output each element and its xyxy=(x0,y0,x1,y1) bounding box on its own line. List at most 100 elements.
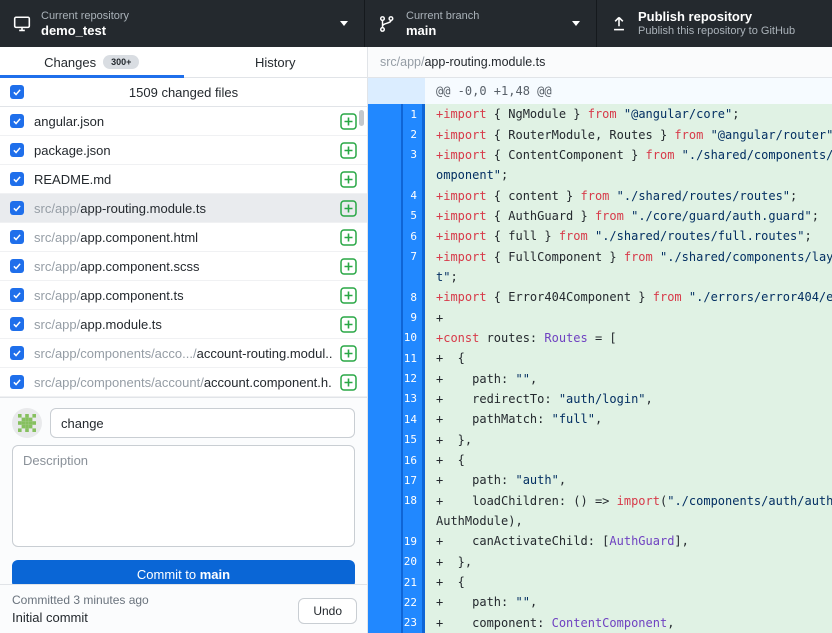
diff-line-number[interactable]: 3 xyxy=(401,145,425,165)
changed-files-header[interactable]: 1509 changed files xyxy=(0,78,367,107)
diff-line[interactable]: 19+ canActivateChild: [AuthGuard], xyxy=(368,531,832,551)
file-include-checkbox[interactable] xyxy=(10,201,24,215)
diff-line-number[interactable]: 4 xyxy=(401,185,425,205)
tab-changes[interactable]: Changes 300+ xyxy=(0,47,184,77)
file-include-checkbox[interactable] xyxy=(10,375,24,389)
file-include-checkbox[interactable] xyxy=(10,114,24,128)
diff-line-number[interactable]: 15 xyxy=(401,430,425,450)
diff-gutter-old[interactable] xyxy=(368,511,401,531)
diff-line-number[interactable]: 10 xyxy=(401,328,425,348)
diff-gutter-old[interactable] xyxy=(368,491,401,511)
diff-gutter-old[interactable] xyxy=(368,328,401,348)
diff-line[interactable]: 7+import { FullComponent } from "./share… xyxy=(368,246,832,266)
diff-line-number[interactable]: 2 xyxy=(401,124,425,144)
file-row[interactable]: package.json xyxy=(0,136,367,165)
diff-line-number[interactable]: 22 xyxy=(401,592,425,612)
file-row[interactable]: src/app/app.module.ts xyxy=(0,310,367,339)
diff-gutter-old[interactable] xyxy=(368,287,401,307)
diff-gutter-old[interactable] xyxy=(368,368,401,388)
diff-gutter-old[interactable] xyxy=(368,226,401,246)
file-include-checkbox[interactable] xyxy=(10,346,24,360)
diff-line[interactable]: 16+ { xyxy=(368,450,832,470)
diff-line-number[interactable]: 1 xyxy=(401,104,425,124)
diff-line-number[interactable]: 14 xyxy=(401,409,425,429)
file-include-checkbox[interactable] xyxy=(10,230,24,244)
diff-line[interactable]: 23+ component: ContentComponent, xyxy=(368,613,832,633)
diff-line-number[interactable] xyxy=(401,267,425,287)
diff-line[interactable]: 6+import { full } from "./shared/routes/… xyxy=(368,226,832,246)
commit-description-input[interactable] xyxy=(12,445,355,547)
diff-line-number[interactable]: 13 xyxy=(401,389,425,409)
diff-gutter-old[interactable] xyxy=(368,531,401,551)
diff-line[interactable]: 10+const routes: Routes = [ xyxy=(368,328,832,348)
diff-line[interactable]: 17+ path: "auth", xyxy=(368,470,832,490)
diff-line-number[interactable]: 18 xyxy=(401,491,425,511)
file-row[interactable]: src/app/app.component.scss xyxy=(0,252,367,281)
diff-line-number[interactable] xyxy=(401,165,425,185)
diff-line-number[interactable]: 21 xyxy=(401,572,425,592)
diff-line[interactable]: t"; xyxy=(368,267,832,287)
file-row[interactable]: angular.json xyxy=(0,107,367,136)
file-row[interactable]: README.md xyxy=(0,165,367,194)
diff-line[interactable]: 11+ { xyxy=(368,348,832,368)
diff-line[interactable]: 8+import { Error404Component } from "./e… xyxy=(368,287,832,307)
diff-gutter-old[interactable] xyxy=(368,206,401,226)
diff-line[interactable]: omponent"; xyxy=(368,165,832,185)
diff-gutter-old[interactable] xyxy=(368,430,401,450)
diff-gutter-old[interactable] xyxy=(368,389,401,409)
diff-gutter-old[interactable] xyxy=(368,409,401,429)
file-row[interactable]: src/app/app.component.ts xyxy=(0,281,367,310)
diff-line-number[interactable]: 20 xyxy=(401,552,425,572)
diff-line[interactable]: 9+ xyxy=(368,307,832,327)
diff-line[interactable]: 1+import { NgModule } from "@angular/cor… xyxy=(368,104,832,124)
diff-line-number[interactable]: 11 xyxy=(401,348,425,368)
diff-line[interactable]: 21+ { xyxy=(368,572,832,592)
diff-gutter-old[interactable] xyxy=(368,267,401,287)
commit-summary-input[interactable] xyxy=(50,408,355,438)
file-row[interactable]: src/app/components/acco.../account-routi… xyxy=(0,339,367,368)
diff-line[interactable]: 13+ redirectTo: "auth/login", xyxy=(368,389,832,409)
diff-line[interactable]: 15+ }, xyxy=(368,430,832,450)
diff-gutter-old[interactable] xyxy=(368,307,401,327)
diff-line-number[interactable]: 5 xyxy=(401,206,425,226)
diff-line-number[interactable]: 12 xyxy=(401,368,425,388)
diff-line-number[interactable]: 23 xyxy=(401,613,425,633)
diff-gutter-old[interactable] xyxy=(368,185,401,205)
tab-history[interactable]: History xyxy=(184,47,368,77)
diff-line-number[interactable]: 17 xyxy=(401,470,425,490)
diff-line[interactable]: 14+ pathMatch: "full", xyxy=(368,409,832,429)
diff-line-number[interactable]: 8 xyxy=(401,287,425,307)
file-include-checkbox[interactable] xyxy=(10,259,24,273)
diff-line[interactable]: 22+ path: "", xyxy=(368,592,832,612)
file-list-scrollbar[interactable] xyxy=(359,110,364,126)
diff-gutter-old[interactable] xyxy=(368,470,401,490)
diff-line[interactable]: 12+ path: "", xyxy=(368,368,832,388)
diff-line[interactable]: 3+import { ContentComponent } from "./sh… xyxy=(368,145,832,165)
file-row[interactable]: src/app/components/account/account.compo… xyxy=(0,368,367,397)
diff-gutter-old[interactable] xyxy=(368,592,401,612)
select-all-checkbox[interactable] xyxy=(10,85,24,99)
diff-line[interactable]: 2+import { RouterModule, Routes } from "… xyxy=(368,124,832,144)
diff-gutter-old[interactable] xyxy=(368,104,401,124)
diff-gutter-old[interactable] xyxy=(368,246,401,266)
undo-button[interactable]: Undo xyxy=(298,598,357,624)
publish-repository-button[interactable]: Publish repository Publish this reposito… xyxy=(597,0,832,47)
current-branch-button[interactable]: Current branch main xyxy=(365,0,597,47)
diff-line[interactable]: 4+import { content } from "./shared/rout… xyxy=(368,185,832,205)
diff-gutter-old[interactable] xyxy=(368,348,401,368)
file-include-checkbox[interactable] xyxy=(10,143,24,157)
file-include-checkbox[interactable] xyxy=(10,317,24,331)
current-repository-button[interactable]: Current repository demo_test xyxy=(0,0,365,47)
diff-line-number[interactable]: 9 xyxy=(401,307,425,327)
diff-line[interactable]: 5+import { AuthGuard } from "./core/guar… xyxy=(368,206,832,226)
diff-line-number[interactable]: 6 xyxy=(401,226,425,246)
diff-gutter-old[interactable] xyxy=(368,552,401,572)
diff-line-number[interactable]: 7 xyxy=(401,246,425,266)
diff-line-number[interactable]: 16 xyxy=(401,450,425,470)
diff-gutter-old[interactable] xyxy=(368,124,401,144)
diff-gutter-old[interactable] xyxy=(368,165,401,185)
diff-gutter-old[interactable] xyxy=(368,613,401,633)
diff-gutter-old[interactable] xyxy=(368,145,401,165)
diff-line[interactable]: 18+ loadChildren: () => import("./compon… xyxy=(368,491,832,511)
file-row[interactable]: src/app/app.component.html xyxy=(0,223,367,252)
